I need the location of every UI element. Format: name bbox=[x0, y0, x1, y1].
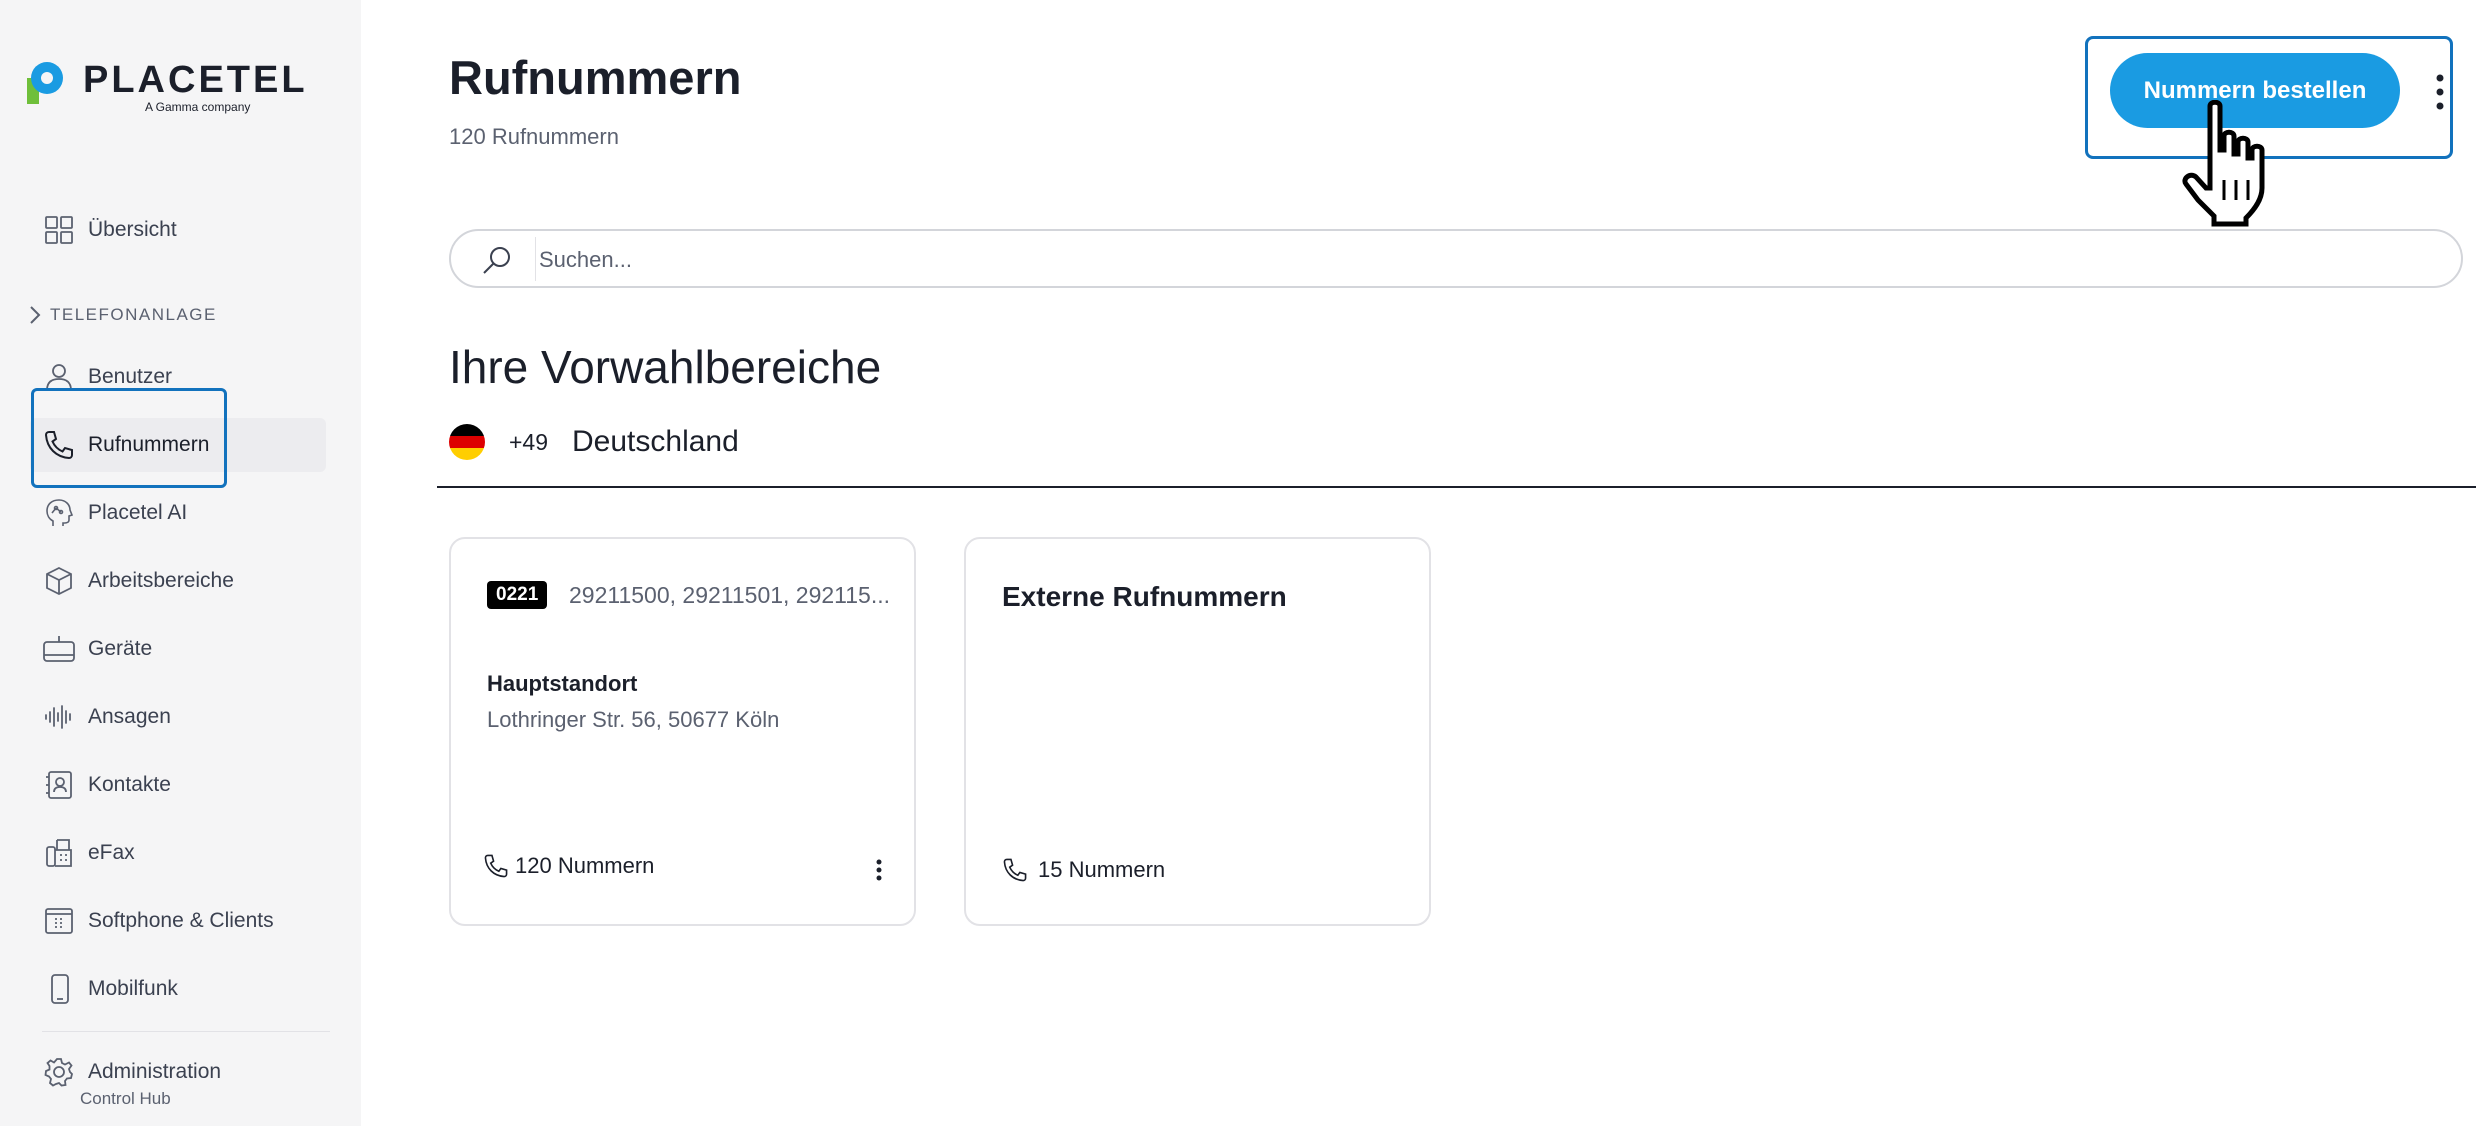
search-input[interactable] bbox=[537, 237, 2421, 283]
sidebar-item-administration[interactable]: Administration bbox=[42, 1050, 322, 1094]
location-address: Lothringer Str. 56, 50677 Köln bbox=[487, 707, 780, 732]
sidebar-item-softphone[interactable]: Softphone & Clients bbox=[42, 899, 322, 943]
phone-icon bbox=[483, 853, 509, 879]
softphone-icon bbox=[42, 904, 76, 938]
mobile-icon bbox=[42, 972, 76, 1006]
sidebar-item-overview[interactable]: Übersicht bbox=[42, 208, 322, 252]
sidebar-item-label: eFax bbox=[88, 841, 135, 864]
prefix-badge: 0221 bbox=[487, 581, 548, 609]
area-card-external[interactable]: Externe Rufnummern 15 Nummern bbox=[964, 537, 1431, 926]
sidebar-item-label: Benutzer bbox=[88, 365, 173, 388]
sidebar-item-label: Placetel AI bbox=[88, 501, 188, 524]
phone-icon bbox=[1002, 857, 1028, 883]
sidebar-item-efax[interactable]: eFax bbox=[42, 831, 322, 875]
sidebar-item-geraete[interactable]: Geräte bbox=[42, 627, 322, 671]
section-label: TELEFONANLAGE bbox=[50, 305, 217, 324]
sidebar-item-mobilfunk[interactable]: Mobilfunk bbox=[42, 967, 322, 1011]
placetel-logo[interactable]: PLACETEL A Gamma company bbox=[25, 60, 305, 114]
highlight-box bbox=[31, 388, 227, 488]
area-card-hauptstandort[interactable]: 0221 29211500, 29211501, 292115... Haupt… bbox=[449, 537, 916, 926]
section-title: Ihre Vorwahlbereiche bbox=[449, 341, 882, 393]
chevron-right-icon bbox=[30, 306, 41, 324]
sidebar: PLACETEL A Gamma company Übersicht TELEF… bbox=[0, 0, 361, 1126]
logo-text: PLACETEL bbox=[83, 59, 308, 101]
location-name: Hauptstandort bbox=[487, 671, 638, 696]
audio-wave-icon bbox=[42, 700, 76, 734]
number-count: 15 Nummern bbox=[1002, 857, 1165, 883]
sidebar-item-label: Softphone & Clients bbox=[88, 909, 274, 932]
country-code: +49 bbox=[509, 428, 549, 455]
section-toggle-telefonanlage[interactable]: TELEFONANLAGE bbox=[26, 304, 217, 326]
divider bbox=[42, 1031, 330, 1032]
count-label: 15 Nummern bbox=[1038, 857, 1166, 882]
tab-underline bbox=[437, 486, 2476, 488]
search-icon bbox=[481, 245, 513, 280]
sidebar-item-label: Administration bbox=[88, 1060, 222, 1083]
tab-country-germany[interactable]: +49 Deutschland bbox=[449, 424, 739, 460]
number-count: 120 Nummern bbox=[483, 853, 654, 879]
more-options-icon[interactable] bbox=[2430, 70, 2450, 114]
hand-cursor-icon bbox=[2180, 99, 2300, 233]
germany-flag-icon bbox=[449, 424, 485, 460]
card-options-icon[interactable] bbox=[871, 857, 887, 883]
search-bar bbox=[449, 229, 2463, 288]
sidebar-item-kontakte[interactable]: Kontakte bbox=[42, 763, 322, 807]
page-subtitle: 120 Rufnummern bbox=[449, 124, 619, 149]
sidebar-item-label: Kontakte bbox=[88, 773, 171, 796]
logo-tagline: A Gamma company bbox=[145, 100, 251, 114]
sidebar-item-label: Übersicht bbox=[88, 218, 177, 241]
sidebar-item-placetel-ai[interactable]: Placetel AI bbox=[42, 491, 322, 535]
cube-icon bbox=[42, 564, 76, 598]
sidebar-item-label: Ansagen bbox=[88, 705, 171, 728]
logo-mark-icon bbox=[27, 62, 63, 104]
grid-icon bbox=[42, 213, 76, 247]
page-title: Rufnummern bbox=[449, 51, 742, 104]
contacts-icon bbox=[42, 768, 76, 802]
country-name: Deutschland bbox=[572, 425, 739, 458]
gear-icon bbox=[42, 1055, 76, 1089]
sidebar-item-label: Mobilfunk bbox=[88, 977, 178, 1000]
sidebar-item-ansagen[interactable]: Ansagen bbox=[42, 695, 322, 739]
fax-icon bbox=[42, 836, 76, 870]
admin-sublabel: Control Hub bbox=[80, 1089, 171, 1108]
sidebar-item-label: Geräte bbox=[88, 637, 153, 660]
numbers-list: 29211500, 29211501, 292115... bbox=[569, 582, 891, 608]
ai-head-icon bbox=[42, 496, 76, 530]
sidebar-item-label: Arbeitsbereiche bbox=[88, 569, 234, 592]
device-icon bbox=[42, 632, 76, 666]
divider bbox=[535, 237, 536, 281]
sidebar-item-arbeitsbereiche[interactable]: Arbeitsbereiche bbox=[42, 559, 322, 603]
card-title: Externe Rufnummern bbox=[1002, 581, 1287, 612]
count-label: 120 Nummern bbox=[515, 853, 655, 878]
